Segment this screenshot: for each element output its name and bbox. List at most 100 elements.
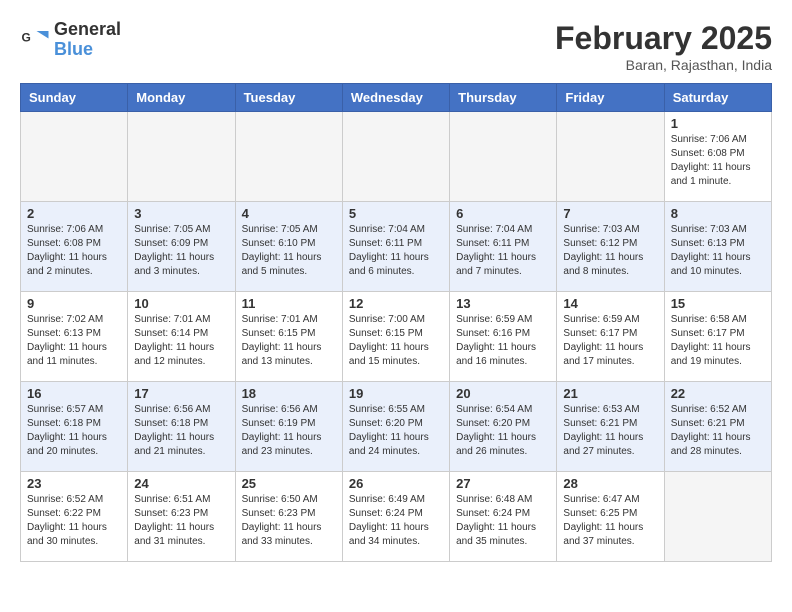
calendar-cell: 6Sunrise: 7:04 AM Sunset: 6:11 PM Daylig… — [450, 202, 557, 292]
day-info: Sunrise: 7:06 AM Sunset: 6:08 PM Dayligh… — [27, 223, 121, 279]
day-number: 21 — [563, 386, 657, 401]
page-header: G General Blue February 2025 Baran, Raja… — [20, 20, 772, 73]
day-info: Sunrise: 6:52 AM Sunset: 6:22 PM Dayligh… — [27, 493, 121, 549]
day-number: 11 — [242, 296, 336, 311]
calendar-cell: 10 Sunrise: 7:01 AM Sunset: 6:14 PM Dayli… — [128, 292, 235, 382]
day-info: Sunrise: 6:59 AM Sunset: 6:17 PM Dayligh… — [563, 313, 657, 369]
day-number: 26 — [349, 476, 443, 491]
day-number: 28 — [563, 476, 657, 491]
calendar-week-row: 16 Sunrise: 6:57 AM Sunset: 6:18 PM Dayli… — [21, 382, 772, 472]
calendar-cell: 28 Sunrise: 6:47 AM Sunset: 6:25 PM Dayli… — [557, 472, 664, 562]
header-monday: Monday — [128, 84, 235, 112]
day-info: Sunrise: 6:59 AM Sunset: 6:16 PM Dayligh… — [456, 313, 550, 369]
header-sunday: Sunday — [21, 84, 128, 112]
calendar-cell — [342, 112, 449, 202]
calendar-cell: 26 Sunrise: 6:49 AM Sunset: 6:24 PM Dayli… — [342, 472, 449, 562]
calendar-cell: 24Sunrise: 6:51 AM Sunset: 6:23 PM Dayli… — [128, 472, 235, 562]
day-info: Sunrise: 7:03 AM Sunset: 6:12 PM Dayligh… — [563, 223, 657, 279]
calendar-cell — [235, 112, 342, 202]
day-number: 10 — [134, 296, 228, 311]
calendar-cell: 23 Sunrise: 6:52 AM Sunset: 6:22 PM Dayli… — [21, 472, 128, 562]
calendar-cell: 18Sunrise: 6:56 AM Sunset: 6:19 PM Dayli… — [235, 382, 342, 472]
calendar-cell: 2 Sunrise: 7:06 AM Sunset: 6:08 PM Daylig… — [21, 202, 128, 292]
calendar-cell: 16 Sunrise: 6:57 AM Sunset: 6:18 PM Dayli… — [21, 382, 128, 472]
day-info: Sunrise: 6:52 AM Sunset: 6:21 PM Dayligh… — [671, 403, 765, 459]
day-number: 3 — [134, 206, 228, 221]
day-number: 1 — [671, 116, 765, 131]
calendar-cell: 13 Sunrise: 6:59 AM Sunset: 6:16 PM Dayli… — [450, 292, 557, 382]
calendar-cell: 15 Sunrise: 6:58 AM Sunset: 6:17 PM Dayli… — [664, 292, 771, 382]
day-info: Sunrise: 7:02 AM Sunset: 6:13 PM Dayligh… — [27, 313, 121, 369]
calendar-week-row: 9 Sunrise: 7:02 AM Sunset: 6:13 PM Daylig… — [21, 292, 772, 382]
calendar-cell — [557, 112, 664, 202]
day-info: Sunrise: 7:01 AM Sunset: 6:14 PM Dayligh… — [134, 313, 228, 369]
logo-general: General — [54, 20, 121, 40]
day-info: Sunrise: 7:04 AM Sunset: 6:11 PM Dayligh… — [456, 223, 550, 279]
day-info: Sunrise: 6:49 AM Sunset: 6:24 PM Dayligh… — [349, 493, 443, 549]
calendar-cell: 3 Sunrise: 7:05 AM Sunset: 6:09 PM Daylig… — [128, 202, 235, 292]
day-number: 4 — [242, 206, 336, 221]
header-saturday: Saturday — [664, 84, 771, 112]
logo-icon: G — [20, 25, 50, 55]
logo: G General Blue — [20, 20, 121, 60]
day-info: Sunrise: 7:00 AM Sunset: 6:15 PM Dayligh… — [349, 313, 443, 369]
calendar-cell: 1 Sunrise: 7:06 AM Sunset: 6:08 PM Daylig… — [664, 112, 771, 202]
day-number: 12 — [349, 296, 443, 311]
day-number: 19 — [349, 386, 443, 401]
day-number: 27 — [456, 476, 550, 491]
calendar-cell: 21 Sunrise: 6:53 AM Sunset: 6:21 PM Dayli… — [557, 382, 664, 472]
day-number: 8 — [671, 206, 765, 221]
calendar-cell: 4 Sunrise: 7:05 AM Sunset: 6:10 PM Daylig… — [235, 202, 342, 292]
calendar-cell — [450, 112, 557, 202]
day-info: Sunrise: 6:48 AM Sunset: 6:24 PM Dayligh… — [456, 493, 550, 549]
day-number: 17 — [134, 386, 228, 401]
day-info: Sunrise: 6:54 AM Sunset: 6:20 PM Dayligh… — [456, 403, 550, 459]
calendar-week-row: 1 Sunrise: 7:06 AM Sunset: 6:08 PM Daylig… — [21, 112, 772, 202]
day-number: 23 — [27, 476, 121, 491]
calendar-cell: 17 Sunrise: 6:56 AM Sunset: 6:18 PM Dayli… — [128, 382, 235, 472]
calendar-cell: 20 Sunrise: 6:54 AM Sunset: 6:20 PM Dayli… — [450, 382, 557, 472]
day-number: 14 — [563, 296, 657, 311]
logo-text: General Blue — [54, 20, 121, 60]
day-info: Sunrise: 6:55 AM Sunset: 6:20 PM Dayligh… — [349, 403, 443, 459]
day-info: Sunrise: 6:56 AM Sunset: 6:18 PM Dayligh… — [134, 403, 228, 459]
calendar-cell: 22 Sunrise: 6:52 AM Sunset: 6:21 PM Dayli… — [664, 382, 771, 472]
day-info: Sunrise: 6:53 AM Sunset: 6:21 PM Dayligh… — [563, 403, 657, 459]
day-number: 22 — [671, 386, 765, 401]
day-number: 7 — [563, 206, 657, 221]
calendar-cell: 27 Sunrise: 6:48 AM Sunset: 6:24 PM Dayli… — [450, 472, 557, 562]
day-number: 13 — [456, 296, 550, 311]
calendar-header-row: Sunday Monday Tuesday Wednesday Thursday… — [21, 84, 772, 112]
day-info: Sunrise: 7:04 AM Sunset: 6:11 PM Dayligh… — [349, 223, 443, 279]
month-title: February 2025 — [555, 20, 772, 57]
header-tuesday: Tuesday — [235, 84, 342, 112]
day-info: Sunrise: 7:05 AM Sunset: 6:10 PM Dayligh… — [242, 223, 336, 279]
day-info: Sunrise: 6:56 AM Sunset: 6:19 PM Dayligh… — [242, 403, 336, 459]
day-number: 9 — [27, 296, 121, 311]
calendar-cell: 8 Sunrise: 7:03 AM Sunset: 6:13 PM Daylig… — [664, 202, 771, 292]
calendar-table: Sunday Monday Tuesday Wednesday Thursday… — [20, 83, 772, 562]
title-block: February 2025 Baran, Rajasthan, India — [555, 20, 772, 73]
day-number: 15 — [671, 296, 765, 311]
calendar-cell: 9 Sunrise: 7:02 AM Sunset: 6:13 PM Daylig… — [21, 292, 128, 382]
day-info: Sunrise: 6:58 AM Sunset: 6:17 PM Dayligh… — [671, 313, 765, 369]
day-info: Sunrise: 6:47 AM Sunset: 6:25 PM Dayligh… — [563, 493, 657, 549]
day-info: Sunrise: 7:03 AM Sunset: 6:13 PM Dayligh… — [671, 223, 765, 279]
header-wednesday: Wednesday — [342, 84, 449, 112]
day-number: 16 — [27, 386, 121, 401]
day-info: Sunrise: 7:01 AM Sunset: 6:15 PM Dayligh… — [242, 313, 336, 369]
day-info: Sunrise: 7:05 AM Sunset: 6:09 PM Dayligh… — [134, 223, 228, 279]
day-number: 2 — [27, 206, 121, 221]
day-info: Sunrise: 6:57 AM Sunset: 6:18 PM Dayligh… — [27, 403, 121, 459]
calendar-cell: 7 Sunrise: 7:03 AM Sunset: 6:12 PM Daylig… — [557, 202, 664, 292]
calendar-cell: 14 Sunrise: 6:59 AM Sunset: 6:17 PM Dayli… — [557, 292, 664, 382]
location-subtitle: Baran, Rajasthan, India — [555, 57, 772, 73]
day-info: Sunrise: 7:06 AM Sunset: 6:08 PM Dayligh… — [671, 133, 765, 189]
day-number: 20 — [456, 386, 550, 401]
svg-text:G: G — [22, 30, 31, 44]
day-number: 24 — [134, 476, 228, 491]
calendar-cell: 5Sunrise: 7:04 AM Sunset: 6:11 PM Daylig… — [342, 202, 449, 292]
calendar-cell: 12 Sunrise: 7:00 AM Sunset: 6:15 PM Dayli… — [342, 292, 449, 382]
calendar-cell — [664, 472, 771, 562]
header-friday: Friday — [557, 84, 664, 112]
